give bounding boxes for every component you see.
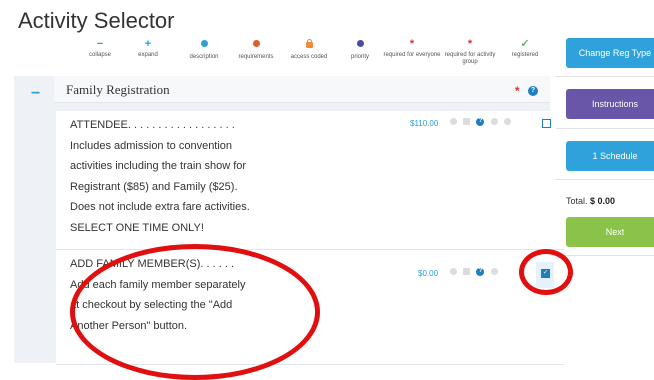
activity-item-family-members: ADD FAMILY MEMBER(S). . . . . . Add each… [56,249,564,365]
lock-icon [305,39,313,48]
requirements-legend: requirements [226,38,286,61]
schedule-button[interactable]: 1 Schedule [566,141,654,171]
alert-circle-icon [490,268,498,276]
activity-line: Registrant ($85) and Family ($25). [70,180,238,193]
registered-legend: ✓ registered [495,38,555,59]
divider [556,76,654,77]
activity-price: $0.00 [418,269,439,278]
select-checkbox-attendee[interactable] [542,119,551,128]
check-icon: ✓ [520,38,530,50]
asterisk-icon: * [467,38,473,50]
activity-description: ATTENDEE. . . . . . . . . . . . . . . . … [70,115,310,238]
priority-legend: priority [330,38,390,61]
question-circle-icon[interactable]: ? [476,117,485,126]
activity-status-icons: ? [446,117,511,126]
instructions-button[interactable]: Instructions [566,89,654,119]
activity-title: ADD FAMILY MEMBER(S). . . . . . [70,258,235,270]
asterisk-icon: * [514,84,520,98]
expand-legend: + expand [118,38,178,59]
next-button[interactable]: Next [566,217,654,247]
activity-price: $110.00 [410,119,439,128]
collapse-icon[interactable]: − [31,85,40,103]
activity-line: Does not include extra fare activities. [70,201,250,213]
activity-line: Add each family member separately [70,278,246,291]
collapse-column: − [14,76,54,363]
total-value: $ 0.00 [590,196,616,206]
legend-label: access coded [290,54,328,60]
activity-line: Another Person" button. [70,319,188,332]
legend-label: description [189,54,219,60]
legend-label: priority [350,54,369,60]
activity-title: ATTENDEE. . . . . . . . . . . . . . . . … [70,119,235,131]
page-title: Activity Selector [18,8,175,33]
required-group-legend: * required for activity group [440,38,500,66]
legend-label: expand [138,52,158,58]
legend-label: required for everyone [383,52,441,58]
question-circle-icon[interactable]: ? [528,85,538,96]
divider [556,179,654,180]
select-checkbox-family-member[interactable]: ✓ [541,269,550,278]
activity-line: Includes admission to convention [70,139,233,152]
divider [556,128,654,129]
question-circle-icon [200,40,208,47]
activity-description: ADD FAMILY MEMBER(S). . . . . . Add each… [70,254,310,336]
change-reg-type-button[interactable]: Change Reg Type [566,38,654,68]
asterisk-icon [450,268,457,276]
question-circle-icon[interactable]: ? [476,267,485,276]
legend-label: requirements [238,54,274,60]
divider [556,255,654,256]
legend-label: registered [511,52,539,58]
description-legend: description [174,38,234,61]
asterisk-icon: * [409,38,415,50]
total-label: Total. [566,196,588,206]
alert-circle-icon [490,118,498,126]
activity-line: at checkout by selecting the "Add [70,299,233,311]
lock-icon [463,268,471,276]
order-total: Total. $ 0.00 [566,196,615,206]
activity-status-icons: ? [446,267,498,276]
legend-label: collapse [88,52,111,58]
activity-line: activities including the train show for [70,160,247,172]
group-icons: * ? [515,82,538,100]
asterisk-icon [450,118,457,126]
legend-label: required for activity group [444,52,496,65]
activity-line: SELECT ONE TIME ONLY! [70,221,204,234]
alert-circle-icon [252,40,260,47]
lock-icon [463,118,471,126]
priority-icon [503,118,511,126]
group-title: Family Registration [66,82,170,97]
plus-icon: + [144,38,152,50]
right-sidebar: Change Reg Type Instructions 1 Schedule … [556,34,654,363]
activity-group-header: Family Registration * ? [54,76,550,103]
required-everyone-legend: * required for everyone [382,38,442,59]
priority-icon [356,40,364,47]
